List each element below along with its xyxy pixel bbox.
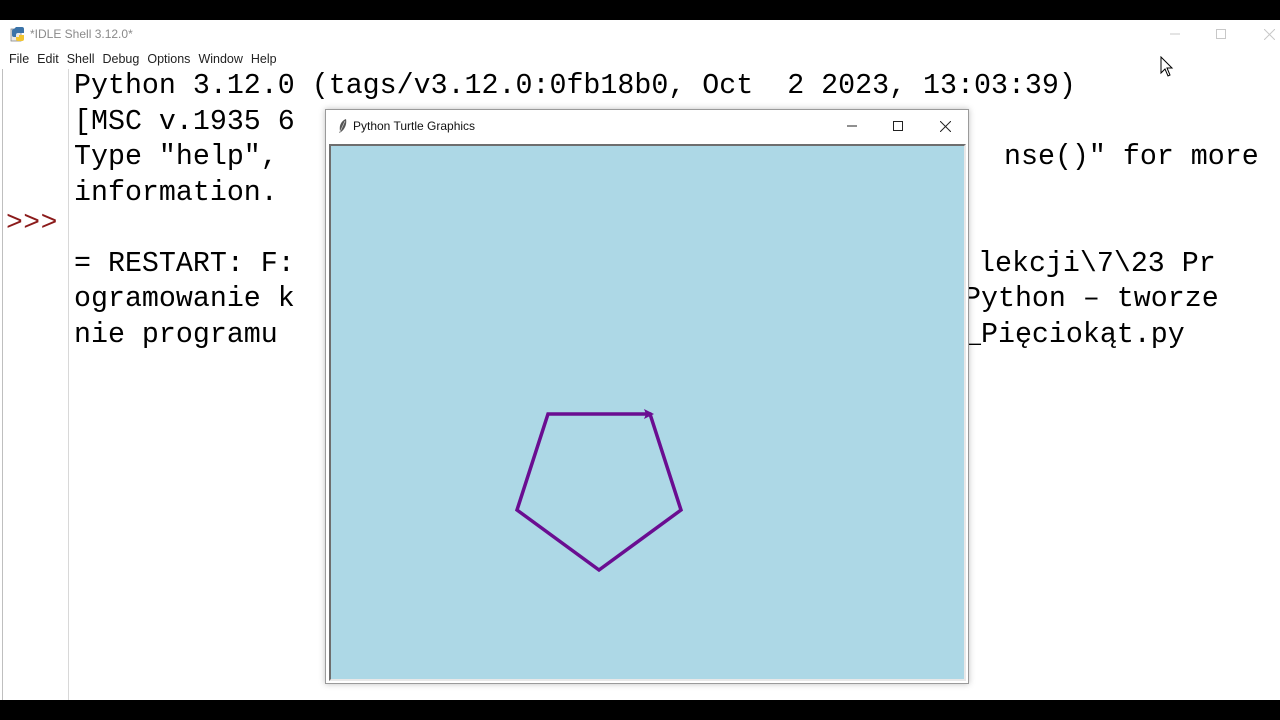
- menu-file[interactable]: File: [9, 52, 29, 66]
- close-button[interactable]: [1246, 20, 1280, 48]
- pentagon-drawing: [514, 412, 684, 573]
- shell-line-1: Python 3.12.0 (tags/v3.12.0:0fb18b0, Oct…: [74, 70, 1076, 102]
- shell-line-4: information.: [74, 177, 278, 209]
- shell-line-5b: lekcji\7\23 Pr: [978, 248, 1216, 280]
- mouse-cursor-icon: [1160, 56, 1174, 77]
- turtle-canvas[interactable]: [331, 146, 964, 679]
- minimize-icon: [1170, 33, 1180, 35]
- turtle-canvas-frame: [329, 144, 966, 681]
- menu-window[interactable]: Window: [198, 52, 242, 66]
- shell-line-2: [MSC v.1935 6: [74, 106, 295, 138]
- shell-line-6a: ogramowanie k: [74, 283, 295, 315]
- shell-line-3b: nse()" for more: [1004, 141, 1259, 173]
- turtle-graphics-window[interactable]: Python Turtle Graphics: [325, 109, 969, 684]
- shell-line-7a: nie programu: [74, 319, 278, 351]
- prompt-gutter: [0, 69, 69, 700]
- turtle-close-button[interactable]: [922, 112, 968, 140]
- menu-bar: File Edit Shell Debug Options Window Hel…: [0, 49, 1280, 69]
- python-idle-icon: [10, 27, 24, 42]
- shell-line-3a: Type "help",: [74, 141, 278, 173]
- maximize-icon: [893, 121, 903, 131]
- menu-help[interactable]: Help: [251, 52, 277, 66]
- screen-bottom-bar: [0, 700, 1280, 720]
- menu-debug[interactable]: Debug: [103, 52, 140, 66]
- close-icon: [1263, 28, 1275, 40]
- shell-line-5a: = RESTART: F:: [74, 248, 295, 280]
- turtle-titlebar[interactable]: Python Turtle Graphics: [326, 110, 968, 142]
- idle-titlebar[interactable]: *IDLE Shell 3.12.0*: [0, 20, 1280, 48]
- turtle-window-title: Python Turtle Graphics: [353, 119, 476, 133]
- menu-edit[interactable]: Edit: [37, 52, 59, 66]
- shell-line-7b: _Pięciokąt.py: [964, 319, 1185, 351]
- maximize-icon: [1216, 29, 1226, 39]
- minimize-icon: [847, 125, 857, 127]
- menu-shell[interactable]: Shell: [67, 52, 95, 66]
- shell-prompt: >>>: [6, 208, 58, 239]
- maximize-button[interactable]: [1198, 20, 1244, 48]
- gutter-left-border: [2, 69, 3, 700]
- shell-line-6b: Python – tworze: [964, 283, 1219, 315]
- turtle-minimize-button[interactable]: [829, 112, 875, 140]
- menu-options[interactable]: Options: [147, 52, 190, 66]
- minimize-button[interactable]: [1152, 20, 1198, 48]
- close-icon: [939, 120, 951, 132]
- turtle-maximize-button[interactable]: [875, 112, 921, 140]
- feather-icon: [339, 119, 347, 133]
- window-title: *IDLE Shell 3.12.0*: [30, 27, 133, 41]
